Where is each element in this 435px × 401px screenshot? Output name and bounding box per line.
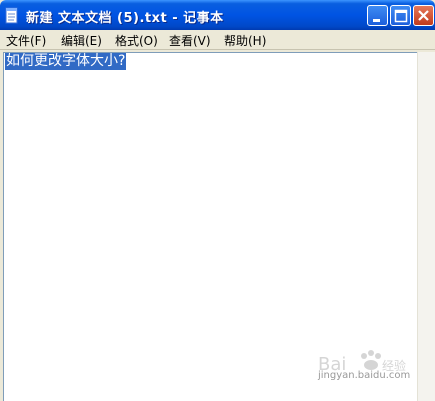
close-button[interactable] [413, 5, 434, 26]
minimize-icon [373, 19, 380, 22]
maximize-button[interactable] [390, 5, 411, 26]
window-title: 新建 文本文档 (5).txt - 记事本 [26, 11, 224, 26]
notepad-window: 新建 文本文档 (5).txt - 记事本 文件(F) 编辑(E) 格式(O) … [0, 0, 435, 401]
notepad-icon [5, 7, 18, 24]
menu-format[interactable]: 格式(O) [115, 32, 158, 49]
title-bar[interactable]: 新建 文本文档 (5).txt - 记事本 [0, 0, 435, 30]
minimize-button[interactable] [367, 5, 388, 26]
maximize-icon [394, 9, 408, 23]
baidu-paw-logo: Bai 经验 [318, 350, 406, 375]
menu-file[interactable]: 文件(F) [6, 32, 46, 49]
selected-text[interactable]: 如何更改字体大小? [5, 53, 127, 70]
menu-view[interactable]: 查看(V) [169, 32, 211, 49]
close-icon [418, 10, 429, 21]
menu-help[interactable]: 帮助(H) [224, 32, 266, 49]
menu-edit[interactable]: 编辑(E) [61, 32, 102, 49]
watermark-url: jingyan.baidu.com [318, 370, 411, 381]
menu-bar: 文件(F) 编辑(E) 格式(O) 查看(V) 帮助(H) [0, 30, 435, 50]
vertical-scrollbar[interactable] [417, 52, 435, 401]
